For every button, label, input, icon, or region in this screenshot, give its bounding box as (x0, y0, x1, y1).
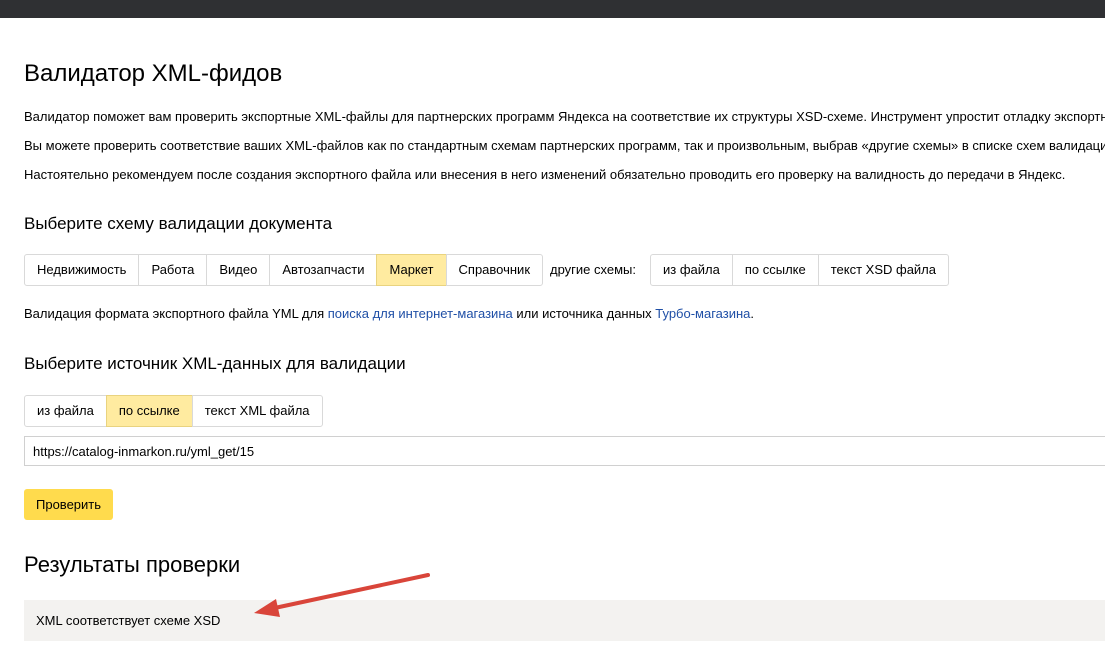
intro-paragraph-1: Валидатор поможет вам проверить экспортн… (24, 109, 1105, 124)
other-schema-by-link[interactable]: по ссылке (731, 254, 819, 286)
source-option-file[interactable]: из файла (24, 395, 107, 427)
other-schemas-label: другие схемы: (550, 262, 636, 277)
schema-option-autoparts[interactable]: Автозапчасти (269, 254, 378, 286)
result-message: XML соответствует схеме XSD (36, 613, 221, 628)
other-schema-selector: из файла по ссылке текст XSD файла (650, 254, 950, 286)
schema-description-middle: или источника данных (512, 306, 656, 321)
results-heading: Результаты проверки (24, 552, 241, 577)
feed-url-input[interactable] (24, 436, 1105, 466)
other-schema-xsd-text[interactable]: текст XSD файла (817, 254, 950, 286)
schema-description-prefix: Валидация формата экспортного файла YML … (24, 306, 328, 321)
validator-page: Валидатор XML-фидов Валидатор поможет ва… (24, 0, 1105, 666)
source-option-link[interactable]: по ссылке (105, 395, 193, 427)
annotation-arrow-icon (254, 573, 430, 617)
other-schema-from-file[interactable]: из файла (650, 254, 733, 286)
turbo-shop-link[interactable]: Турбо-магазина (655, 306, 750, 321)
schema-option-market[interactable]: Маркет (376, 254, 447, 286)
schema-option-realty[interactable]: Недвижимость (24, 254, 140, 286)
schema-option-video[interactable]: Видео (206, 254, 271, 286)
schema-option-jobs[interactable]: Работа (138, 254, 208, 286)
source-heading: Выберите источник XML-данных для валидац… (24, 354, 406, 373)
schema-description: Валидация формата экспортного файла YML … (24, 306, 754, 321)
intro-paragraph-2: Вы можете проверить соответствие ваших X… (24, 138, 1105, 153)
schema-selector: Недвижимость Работа Видео Автозапчасти М… (24, 254, 544, 286)
schema-description-suffix: . (750, 306, 755, 321)
schema-heading: Выберите схему валидации документа (24, 214, 333, 233)
shop-search-link[interactable]: поиска для интернет-магазина (328, 306, 513, 321)
page-title: Валидатор XML-фидов (24, 60, 283, 87)
source-option-xml-text[interactable]: текст XML файла (191, 395, 323, 427)
intro-paragraph-3: Настоятельно рекомендуем после создания … (24, 167, 1066, 182)
result-message-box: XML соответствует схеме XSD (24, 600, 1105, 641)
schema-option-directory[interactable]: Справочник (445, 254, 544, 286)
check-button[interactable]: Проверить (24, 489, 114, 520)
source-selector: из файла по ссылке текст XML файла (24, 395, 323, 427)
